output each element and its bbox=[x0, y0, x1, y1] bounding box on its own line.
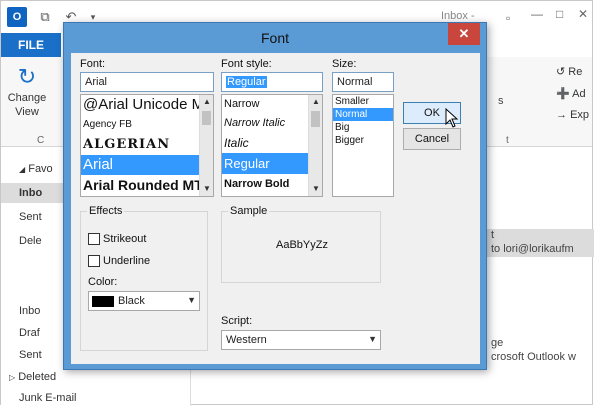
chevron-right-icon: ▷ bbox=[9, 373, 16, 382]
dialog-body: Font: Arial @Arial Unicode MS Agency FB … bbox=[71, 53, 480, 364]
minimize-icon[interactable]: — bbox=[531, 7, 543, 21]
send-receive-icon[interactable]: ⧉ bbox=[37, 9, 53, 25]
change-view-label: Change View bbox=[7, 92, 47, 118]
message-line-1: t bbox=[491, 229, 495, 241]
scroll-thumb[interactable] bbox=[202, 111, 211, 125]
strikeout-label: Strikeout bbox=[103, 233, 147, 245]
chevron-down-icon: ▼ bbox=[368, 334, 377, 344]
script-select[interactable]: Western ▼ bbox=[221, 330, 381, 350]
size-list-item[interactable]: Smaller bbox=[333, 95, 393, 108]
scroll-thumb[interactable] bbox=[311, 111, 320, 127]
font-list-item[interactable]: Agency FB bbox=[81, 115, 213, 135]
sample-text: AaBbYyZz bbox=[276, 239, 328, 251]
underline-checkbox[interactable] bbox=[88, 255, 100, 267]
change-view-button[interactable]: ↻ Change View bbox=[5, 63, 49, 119]
message-line-2: to lori@lorikaufm bbox=[491, 243, 574, 255]
scroll-down-icon[interactable]: ▼ bbox=[200, 182, 213, 196]
maximize-icon[interactable]: □ bbox=[556, 7, 563, 21]
size-list[interactable]: Smaller Normal Big Bigger bbox=[332, 94, 394, 197]
size-list-item-selected[interactable]: Normal bbox=[333, 108, 393, 121]
font-list-item-selected[interactable]: Arial bbox=[81, 155, 213, 175]
message-line-4: crosoft Outlook w bbox=[491, 351, 576, 363]
font-list-item[interactable]: ALGERIAN bbox=[81, 135, 213, 155]
color-value: Black bbox=[118, 295, 145, 307]
style-list-item[interactable]: Narrow Italic bbox=[222, 114, 322, 133]
reply-icon: ↺ bbox=[556, 66, 566, 78]
font-label: Font: bbox=[80, 58, 106, 70]
ribbon-address-item[interactable]: ➕ Ad bbox=[556, 87, 586, 100]
style-list-item-selected[interactable]: Regular bbox=[222, 153, 322, 174]
nav-item-sent-2[interactable]: Sent bbox=[19, 349, 42, 361]
cancel-button[interactable]: Cancel bbox=[403, 128, 461, 150]
dialog-close-button[interactable]: ✕ bbox=[448, 23, 480, 45]
message-line-3: ge bbox=[491, 337, 504, 349]
address-book-icon: ➕ bbox=[556, 88, 570, 100]
size-input[interactable]: Normal bbox=[332, 72, 394, 92]
expand-icon: ◢ bbox=[19, 165, 26, 174]
font-dialog: Font ✕ Font: Arial @Arial Unicode MS Age… bbox=[63, 22, 487, 370]
font-list-scrollbar[interactable]: ▲ ▼ bbox=[199, 95, 213, 196]
style-list-item[interactable]: Italic bbox=[222, 133, 322, 153]
ribbon-export-item[interactable]: → Exp bbox=[556, 109, 589, 121]
style-list-item[interactable]: Narrow Bold bbox=[222, 174, 322, 194]
sample-label: Sample bbox=[228, 205, 270, 217]
nav-item-drafts[interactable]: Draf bbox=[19, 327, 40, 339]
nav-item-deleted-2[interactable]: ▷ Deleted bbox=[9, 371, 56, 383]
export-icon: → bbox=[556, 109, 567, 121]
ribbon-group-label-2: t bbox=[506, 135, 509, 146]
change-view-icon: ↻ bbox=[17, 64, 37, 89]
nav-favorites-header[interactable]: ◢ Favo bbox=[19, 163, 53, 175]
mouse-cursor-icon bbox=[445, 107, 459, 128]
script-value: Western bbox=[226, 334, 267, 346]
size-label: Size: bbox=[332, 58, 357, 70]
nav-item-inbox-2[interactable]: Inbo bbox=[19, 305, 40, 317]
font-input[interactable]: Arial bbox=[80, 72, 214, 92]
font-list-item[interactable]: @Arial Unicode MS bbox=[81, 95, 213, 115]
font-style-list[interactable]: Narrow Narrow Italic Italic Regular Narr… bbox=[221, 94, 323, 197]
dialog-title: Font bbox=[260, 30, 289, 46]
scroll-up-icon[interactable]: ▲ bbox=[200, 95, 213, 109]
nav-item-sent[interactable]: Sent bbox=[19, 211, 42, 223]
strikeout-checkbox[interactable] bbox=[88, 233, 100, 245]
font-list-item[interactable]: Arial Rounded MT bbox=[81, 175, 213, 195]
size-list-item[interactable]: Bigger bbox=[333, 134, 393, 147]
effects-label: Effects bbox=[87, 205, 125, 217]
font-style-label: Font style: bbox=[221, 58, 272, 70]
close-window-icon[interactable]: ✕ bbox=[578, 7, 588, 21]
font-list[interactable]: @Arial Unicode MS Agency FB ALGERIAN Ari… bbox=[80, 94, 214, 197]
reading-pane-partial: t to lori@lorikaufm ge crosoft Outlook w bbox=[481, 147, 594, 406]
nav-item-junk[interactable]: Junk E-mail bbox=[19, 392, 76, 404]
chevron-down-icon: ▼ bbox=[187, 295, 196, 305]
color-swatch bbox=[92, 296, 114, 307]
file-tab[interactable]: FILE bbox=[1, 33, 61, 57]
ribbon-group-label: C bbox=[37, 135, 45, 146]
nav-item-deleted[interactable]: Dele bbox=[19, 235, 42, 247]
window-title: Inbox - bbox=[441, 10, 475, 22]
color-select[interactable]: Black ▼ bbox=[88, 291, 200, 311]
close-icon: ✕ bbox=[458, 26, 470, 41]
ribbon-reply-item[interactable]: ↺ Re bbox=[556, 65, 582, 78]
scroll-down-icon[interactable]: ▼ bbox=[309, 182, 322, 196]
outlook-app-icon: O bbox=[7, 7, 27, 27]
style-list-scrollbar[interactable]: ▲ ▼ bbox=[308, 95, 322, 196]
nav-item-inbox[interactable]: Inbo bbox=[19, 187, 42, 199]
font-style-input[interactable]: Regular bbox=[221, 72, 323, 92]
scroll-up-icon[interactable]: ▲ bbox=[309, 95, 322, 109]
ribbon-options-icon[interactable]: ▫ bbox=[506, 11, 510, 25]
underline-label: Underline bbox=[103, 255, 151, 267]
ribbon-partial-s: s bbox=[498, 95, 504, 107]
style-list-item[interactable]: Narrow bbox=[222, 95, 322, 114]
color-label: Color: bbox=[88, 276, 118, 288]
script-label: Script: bbox=[221, 315, 253, 327]
size-list-item[interactable]: Big bbox=[333, 121, 393, 134]
